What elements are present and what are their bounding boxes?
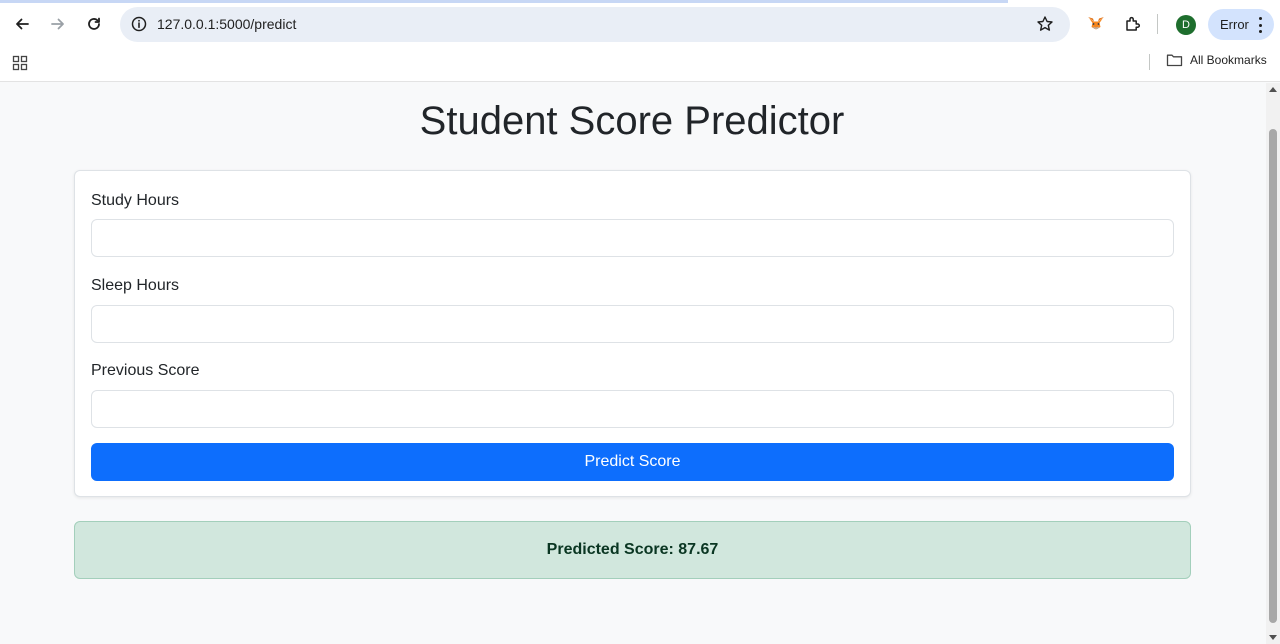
forward-button[interactable]: [44, 10, 72, 38]
page-scrollbar[interactable]: [1266, 83, 1280, 644]
scrollbar-thumb[interactable]: [1269, 129, 1277, 623]
profile-avatar[interactable]: D: [1176, 15, 1196, 35]
metamask-extension-icon[interactable]: [1084, 12, 1108, 36]
profile-error-button[interactable]: Error: [1208, 9, 1274, 40]
browser-toolbar: 127.0.0.1:5000/predict D Error: [0, 0, 1280, 48]
page-title: Student Score Predictor: [419, 99, 845, 143]
previous-score-input[interactable]: [91, 390, 1174, 428]
site-info-icon[interactable]: [128, 13, 150, 35]
page-load-progress: [0, 0, 1008, 3]
study-hours-label: Study Hours: [91, 192, 180, 209]
folder-icon: [1166, 54, 1183, 67]
bookmarks-bar: All Bookmarks: [0, 48, 1280, 82]
profile-error-label: Error: [1220, 17, 1249, 32]
all-bookmarks-label: All Bookmarks: [1190, 53, 1267, 67]
prediction-form: Study Hours Sleep Hours Previous Score P…: [74, 170, 1191, 497]
reload-icon: [88, 17, 100, 30]
sleep-hours-label: Sleep Hours: [91, 277, 180, 294]
bookmarks-divider: [1149, 54, 1150, 70]
back-button[interactable]: [8, 10, 36, 38]
url-text[interactable]: 127.0.0.1:5000/predict: [157, 16, 296, 32]
apps-grid-icon[interactable]: [12, 55, 28, 71]
arrow-left-icon: [16, 18, 29, 30]
study-hours-input[interactable]: [91, 219, 1174, 257]
reload-button[interactable]: [80, 10, 108, 38]
prediction-result-alert: Predicted Score: 87.67: [74, 521, 1191, 579]
more-menu-icon[interactable]: [1258, 17, 1262, 33]
arrow-right-icon: [51, 18, 64, 30]
scroll-down-arrow-icon[interactable]: [1269, 635, 1277, 640]
toolbar-divider: [1157, 14, 1158, 34]
all-bookmarks-button[interactable]: All Bookmarks: [1166, 53, 1267, 67]
scroll-up-arrow-icon[interactable]: [1269, 87, 1277, 92]
address-bar[interactable]: 127.0.0.1:5000/predict: [120, 7, 1070, 42]
predicted-score-text: Predicted Score: 87.67: [546, 541, 719, 558]
previous-score-label: Previous Score: [91, 362, 200, 379]
predict-score-button[interactable]: Predict Score: [91, 443, 1174, 481]
page-viewport: Student Score Predictor Study Hours Slee…: [0, 83, 1266, 644]
extensions-puzzle-icon[interactable]: [1121, 12, 1145, 36]
bookmark-star-icon[interactable]: [1034, 13, 1056, 35]
sleep-hours-input[interactable]: [91, 305, 1174, 343]
